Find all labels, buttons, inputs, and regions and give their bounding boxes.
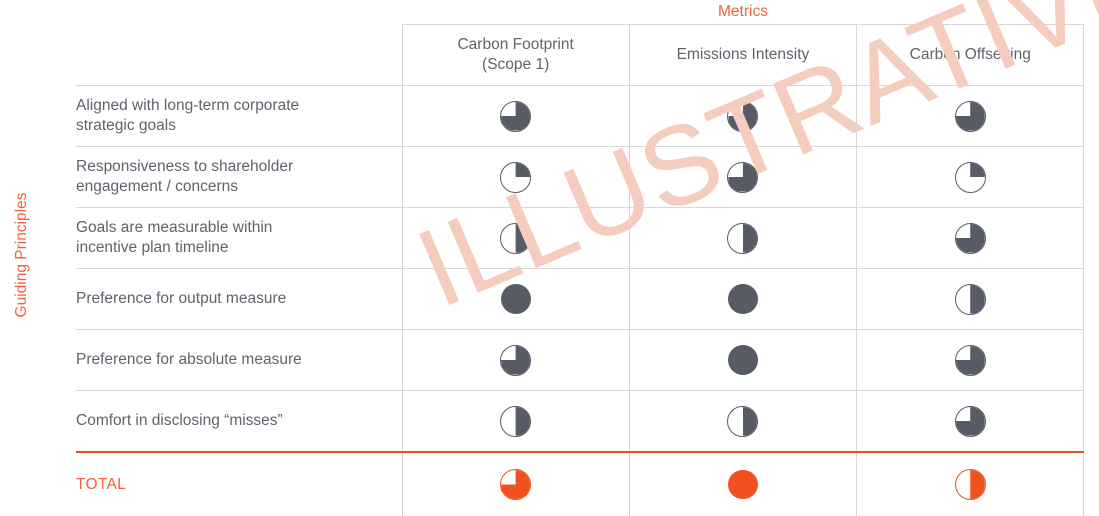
harvey-ball-icon <box>727 405 759 437</box>
column-axis-label: Metrics <box>718 3 768 20</box>
row-label-output-measure: Preference for output measure <box>76 268 403 330</box>
row-label-comfort-disclosing-misses: Comfort in disclosing “misses” <box>76 390 403 452</box>
total-rating-cell <box>629 451 858 516</box>
column-header-carbon-offsetting: Carbon Offsetting <box>856 24 1085 86</box>
row-axis-label: Guiding Principles <box>13 192 30 318</box>
harvey-ball-icon <box>500 222 532 254</box>
total-rating-cell <box>402 451 630 516</box>
rating-cell <box>856 329 1085 391</box>
table-row: Preference for output measure <box>76 268 1085 330</box>
row-label-line1: Responsiveness to shareholder <box>76 157 294 175</box>
harvey-ball-icon <box>954 344 986 376</box>
harvey-ball-icon <box>727 344 759 376</box>
column-header-line1: Carbon Offsetting <box>909 45 1031 63</box>
rating-cell <box>629 85 858 147</box>
row-label-line1: Preference for output measure <box>76 289 287 307</box>
rating-cell <box>402 329 630 391</box>
table-header-row: Carbon Footprint (Scope 1) Emissions Int… <box>76 24 1085 86</box>
row-label-line1: Aligned with long-term corporate <box>76 96 300 114</box>
rating-cell <box>402 268 630 330</box>
table-row: Preference for absolute measure <box>76 329 1085 391</box>
harvey-ball-icon <box>727 469 759 500</box>
rating-cell <box>856 146 1085 208</box>
row-label-responsiveness-shareholder: Responsiveness to shareholder engagement… <box>76 146 403 208</box>
rating-cell <box>402 146 630 208</box>
rating-cell <box>856 268 1085 330</box>
row-label-line1: Comfort in disclosing “misses” <box>76 411 283 429</box>
harvey-ball-icon <box>727 222 759 254</box>
table-row: Comfort in disclosing “misses” <box>76 390 1085 452</box>
rating-cell <box>629 390 858 452</box>
harvey-ball-icon <box>500 283 532 315</box>
rating-cell <box>629 329 858 391</box>
total-row: TOTAL <box>76 451 1085 516</box>
harvey-ball-icon <box>954 469 986 500</box>
total-row-label: TOTAL <box>76 451 403 516</box>
harvey-ball-icon <box>727 283 759 315</box>
row-label-line2: engagement / concerns <box>76 178 238 195</box>
total-rating-cell <box>856 451 1085 516</box>
row-label-line2: strategic goals <box>76 117 176 134</box>
rating-cell <box>629 207 858 269</box>
rating-cell <box>402 207 630 269</box>
column-header-line1: Emissions Intensity <box>676 45 810 63</box>
row-axis-label-container: Guiding Principles <box>0 0 70 510</box>
ratings-matrix: Carbon Footprint (Scope 1) Emissions Int… <box>76 24 1085 516</box>
harvey-ball-icon <box>954 161 986 193</box>
harvey-ball-icon <box>500 344 532 376</box>
row-label-line1: Goals are measurable within <box>76 218 273 236</box>
harvey-ball-icon <box>500 100 532 132</box>
harvey-ball-icon <box>954 100 986 132</box>
harvey-ball-icon <box>500 469 532 500</box>
rating-cell <box>856 390 1085 452</box>
row-label-line1: Preference for absolute measure <box>76 350 302 368</box>
column-header-line1: Carbon Footprint <box>457 35 574 53</box>
header-cell-row-label <box>76 24 403 86</box>
row-label-absolute-measure: Preference for absolute measure <box>76 329 403 391</box>
harvey-ball-icon <box>954 405 986 437</box>
matrix-page: Guiding Principles Metrics Carbon Footpr… <box>0 0 1099 516</box>
table-row: Responsiveness to shareholder engagement… <box>76 146 1085 208</box>
rating-cell <box>629 268 858 330</box>
rating-cell <box>856 85 1085 147</box>
row-label-goals-measurable: Goals are measurable within incentive pl… <box>76 207 403 269</box>
harvey-ball-icon <box>954 283 986 315</box>
rating-cell <box>402 85 630 147</box>
row-label-aligned-strategic-goals: Aligned with long-term corporate strateg… <box>76 85 403 147</box>
row-label-line2: incentive plan timeline <box>76 239 229 256</box>
table-row: Aligned with long-term corporate strateg… <box>76 85 1085 147</box>
table-row: Goals are measurable within incentive pl… <box>76 207 1085 269</box>
harvey-ball-icon <box>500 405 532 437</box>
rating-cell <box>402 390 630 452</box>
column-header-emissions-intensity: Emissions Intensity <box>629 24 858 86</box>
harvey-ball-icon <box>954 222 986 254</box>
harvey-ball-icon <box>500 161 532 193</box>
rating-cell <box>856 207 1085 269</box>
harvey-ball-icon <box>727 161 759 193</box>
column-header-carbon-footprint: Carbon Footprint (Scope 1) <box>402 24 630 86</box>
harvey-ball-icon <box>727 100 759 132</box>
column-header-line2: (Scope 1) <box>482 56 550 73</box>
rating-cell <box>629 146 858 208</box>
